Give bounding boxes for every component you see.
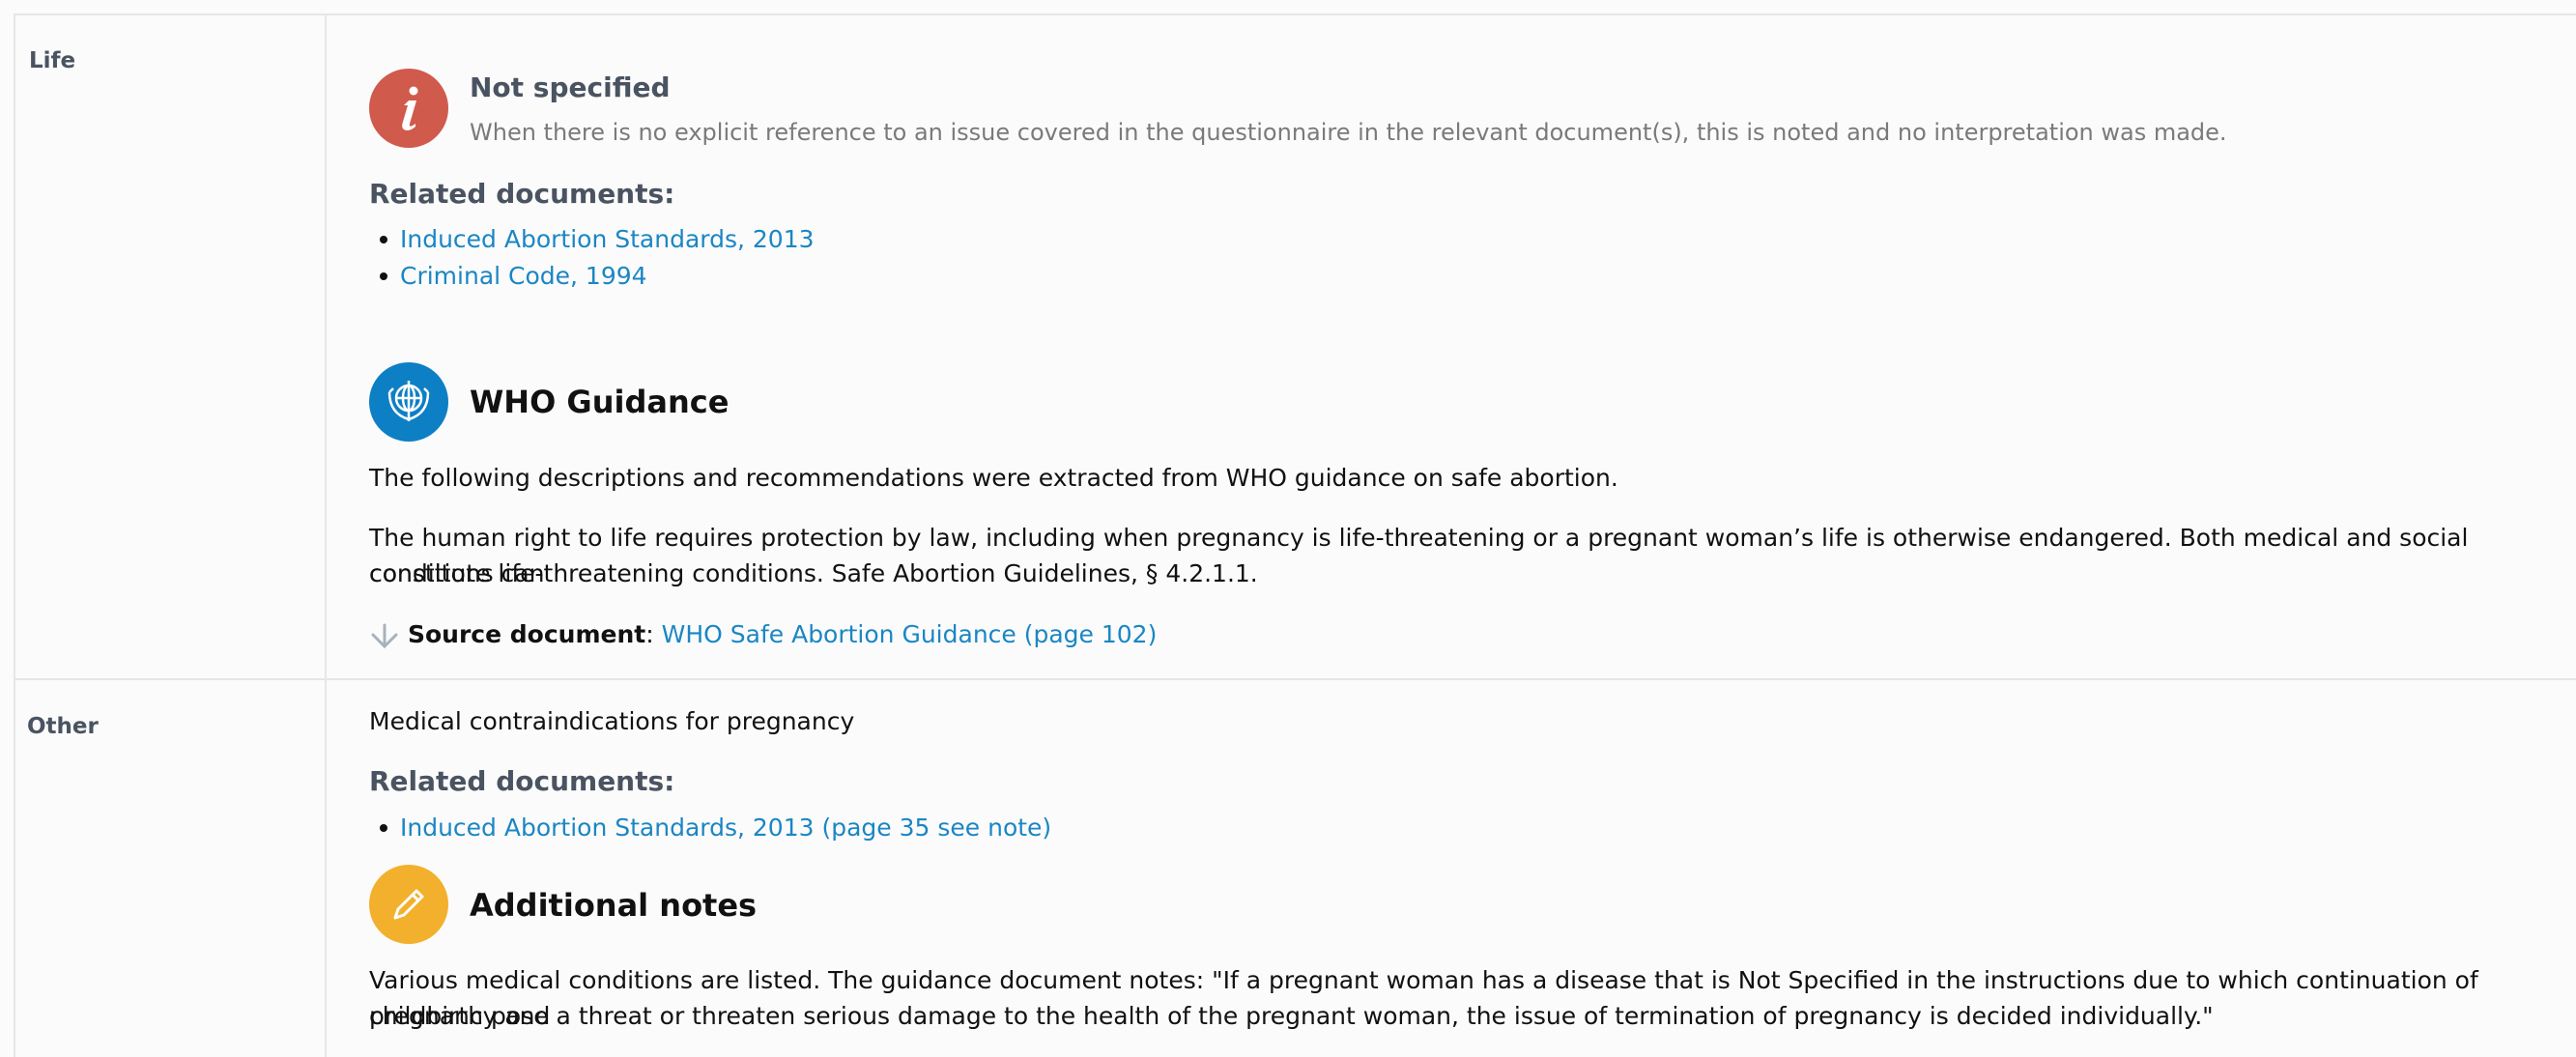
related-document-link[interactable]: Induced Abortion Standards, 2013 bbox=[400, 225, 815, 253]
who-paragraph-line-2: constitute life-threatening conditions. … bbox=[369, 559, 1258, 587]
source-document-link[interactable]: WHO Safe Abortion Guidance (page 102) bbox=[662, 616, 1158, 652]
info-icon bbox=[369, 69, 448, 148]
additional-notes-title: Additional notes bbox=[470, 887, 758, 924]
related-documents-list: Induced Abortion Standards, 2013 (page 3… bbox=[369, 810, 1051, 846]
row-label-life: Life bbox=[29, 48, 76, 73]
row-divider bbox=[15, 678, 2576, 680]
related-documents-list: Induced Abortion Standards, 2013 Crimina… bbox=[369, 221, 815, 295]
related-document-link[interactable]: Induced Abortion Standards, 2013 (page 3… bbox=[400, 814, 1051, 842]
pencil-icon bbox=[369, 865, 448, 944]
source-document-label: Source document bbox=[408, 620, 646, 648]
not-specified-title: Not specified bbox=[470, 71, 671, 103]
list-item: Induced Abortion Standards, 2013 (page 3… bbox=[369, 810, 1051, 846]
not-specified-description: When there is no explicit reference to a… bbox=[470, 119, 2227, 146]
source-document-separator: : bbox=[645, 620, 654, 648]
row-label-other: Other bbox=[27, 714, 99, 739]
arrow-down-icon bbox=[369, 619, 400, 650]
who-intro-text: The following descriptions and recommend… bbox=[369, 464, 1618, 492]
related-document-link[interactable]: Criminal Code, 1994 bbox=[400, 262, 647, 290]
list-item: Criminal Code, 1994 bbox=[369, 258, 815, 295]
other-description: Medical contraindications for pregnancy bbox=[369, 707, 855, 735]
related-documents-heading: Related documents: bbox=[369, 178, 675, 210]
source-document-line: Source document: WHO Safe Abortion Guida… bbox=[369, 616, 1157, 652]
column-divider bbox=[325, 15, 327, 1057]
notes-line-2: childbirth pose a threat or threaten ser… bbox=[369, 1002, 2214, 1030]
who-guidance-title: WHO Guidance bbox=[470, 384, 730, 420]
related-documents-heading: Related documents: bbox=[369, 765, 675, 797]
list-item: Induced Abortion Standards, 2013 bbox=[369, 221, 815, 258]
who-emblem-icon bbox=[369, 362, 448, 442]
